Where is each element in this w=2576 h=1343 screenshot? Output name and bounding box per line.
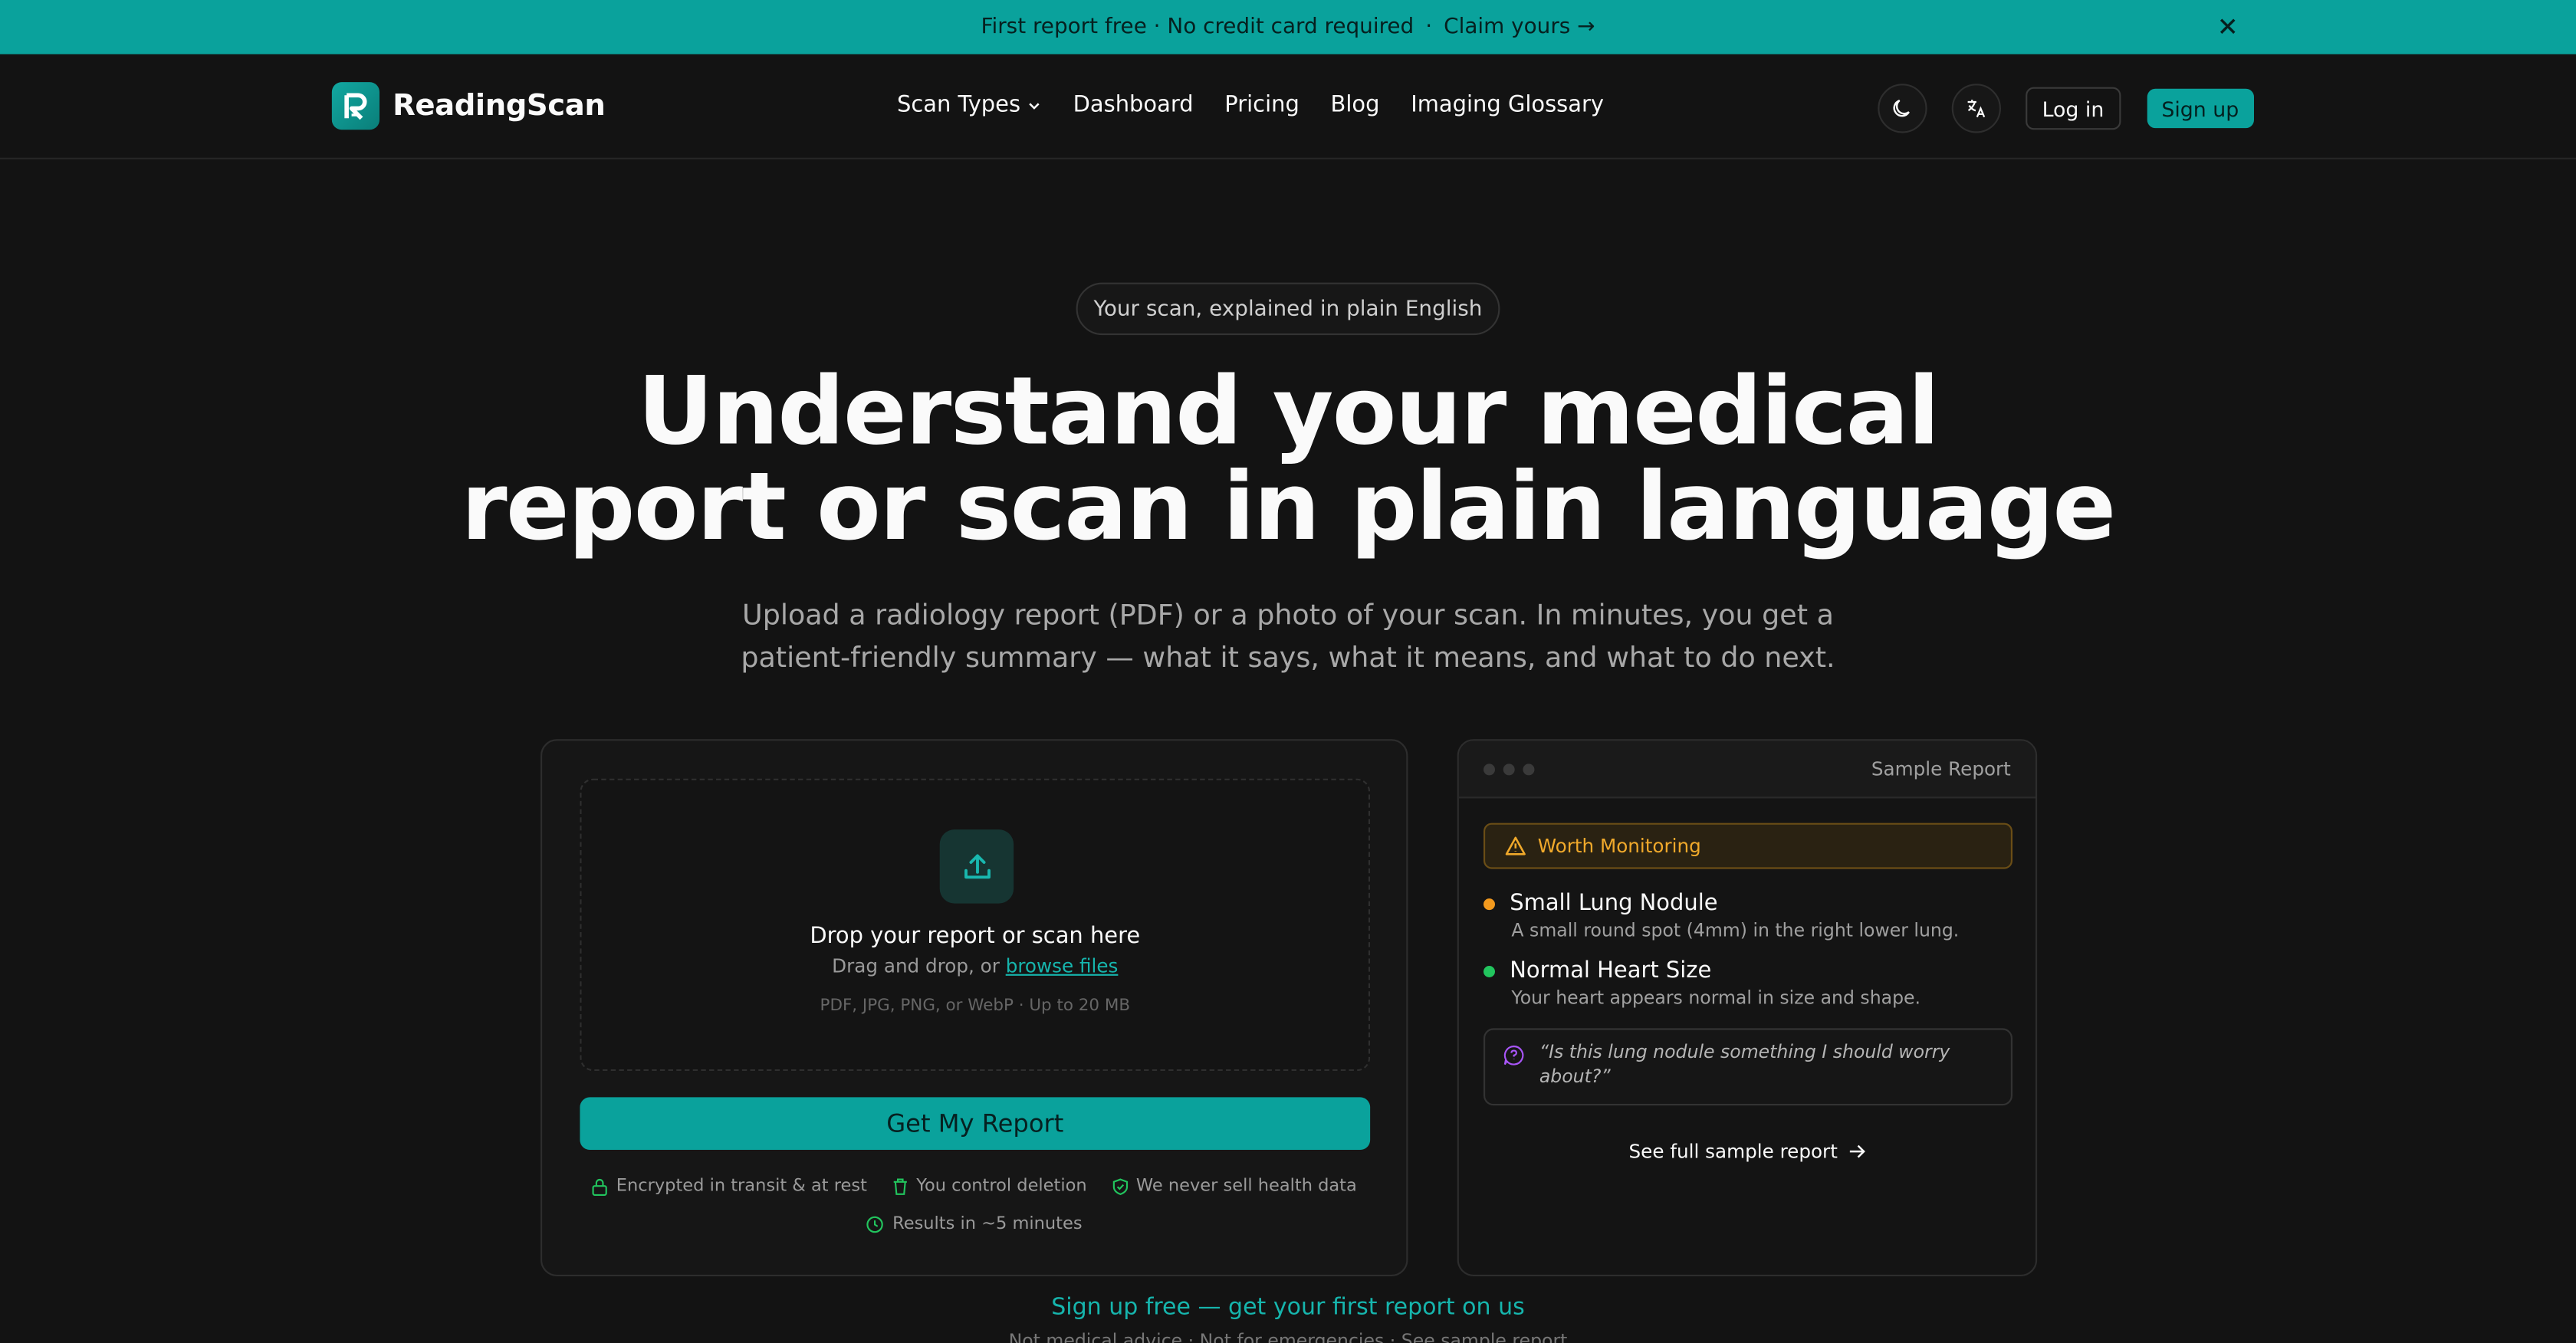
- subtitle-line-1: Upload a radiology report (PDF) or a pho…: [742, 599, 1834, 632]
- sample-report-title: Sample Report: [1871, 757, 2011, 780]
- finding-item: Small Lung Nodule A small round spot (4m…: [1483, 890, 2013, 941]
- page-subtitle: Upload a radiology report (PDF) or a pho…: [0, 595, 2576, 680]
- sample-question: “Is this lung nodule something I should …: [1483, 1028, 2013, 1106]
- main-links: Scan Types Dashboard Pricing Blog Imagin…: [897, 92, 1604, 118]
- window-dot: [1483, 763, 1495, 775]
- language-button[interactable]: [1951, 84, 2001, 133]
- nav-blog[interactable]: Blog: [1331, 92, 1380, 118]
- finding-item: Normal Heart Size Your heart appears nor…: [1483, 957, 2013, 1009]
- moon-icon: [1893, 99, 1910, 117]
- finding-severity-dot: [1483, 898, 1495, 910]
- file-dropzone[interactable]: Drop your report or scan here Drag and d…: [580, 778, 1371, 1072]
- top-nav: ReadingScan Scan Types Dashboard Pricing…: [0, 54, 2576, 159]
- nav-actions: Log in Sign up: [1878, 84, 2254, 133]
- trust-deletion-label: You control deletion: [916, 1176, 1087, 1196]
- logo-icon: [331, 82, 380, 130]
- window-dot: [1523, 763, 1535, 775]
- dropzone-subtitle: Drag and drop, or browse files: [582, 954, 1368, 977]
- trust-speed: Results in ~5 minutes: [866, 1213, 1083, 1234]
- finding-severity-dot: [1483, 964, 1495, 977]
- trust-row-2: Results in ~5 minutes: [542, 1213, 1406, 1234]
- trust-speed-label: Results in ~5 minutes: [892, 1213, 1083, 1234]
- trash-icon: [893, 1177, 907, 1194]
- browse-files-link[interactable]: browse files: [1006, 954, 1119, 977]
- see-full-label: See full sample report: [1628, 1140, 1838, 1164]
- finding-description: A small round spot (4mm) in the right lo…: [1511, 920, 1960, 941]
- banner-separator: ·: [1425, 15, 1433, 40]
- banner-text: First report free · No credit card requi…: [981, 15, 1414, 40]
- nav-pricing[interactable]: Pricing: [1224, 92, 1300, 118]
- question-bubble-icon: [1503, 1045, 1524, 1066]
- finding-description: Your heart appears normal in size and sh…: [1511, 987, 1921, 1009]
- title-line-1: Understand your medical: [637, 358, 1940, 467]
- finding-title: Normal Heart Size: [1510, 957, 1712, 984]
- dropzone-title: Drop your report or scan here: [810, 923, 1141, 950]
- get-report-button[interactable]: Get My Report: [580, 1097, 1371, 1150]
- page-title: Understand your medical report or scan i…: [0, 365, 2576, 556]
- status-badge: Worth Monitoring: [1483, 823, 2013, 869]
- trust-never-sell-label: We never sell health data: [1135, 1176, 1357, 1196]
- status-label: Worth Monitoring: [1537, 834, 1701, 858]
- promo-banner: First report free · No credit card requi…: [0, 0, 2576, 54]
- nav-dashboard[interactable]: Dashboard: [1073, 92, 1194, 118]
- sample-report-card: Sample Report Worth Monitoring Small Lun…: [1457, 739, 2038, 1276]
- trust-encrypted: Encrypted in transit & at rest: [592, 1176, 867, 1196]
- title-line-2: report or scan in plain language: [461, 453, 2116, 562]
- question-line-1: “Is this lung nodule something I should …: [1539, 1041, 1950, 1063]
- claim-link[interactable]: Claim yours →: [1444, 15, 1595, 39]
- brand[interactable]: ReadingScan: [331, 82, 606, 130]
- trust-never-sell: We never sell health data: [1112, 1176, 1357, 1196]
- file-types-hint: PDF, JPG, PNG, or WebP · Up to 20 MB: [820, 997, 1131, 1016]
- nav-scan-types[interactable]: Scan Types: [897, 92, 1042, 118]
- upload-card: Drop your report or scan here Drag and d…: [540, 739, 1408, 1276]
- subtitle-line-2: patient-friendly summary — what it says,…: [741, 642, 1835, 675]
- theme-toggle-button[interactable]: [1878, 84, 1927, 133]
- nav-imaging-glossary[interactable]: Imaging Glossary: [1411, 92, 1604, 118]
- login-button[interactable]: Log in: [2026, 87, 2121, 130]
- signup-button[interactable]: Sign up: [2147, 88, 2254, 129]
- window-dot: [1503, 763, 1515, 775]
- shield-check-icon: [1112, 1177, 1128, 1194]
- sample-report-header: Sample Report: [1458, 740, 2036, 799]
- close-icon[interactable]: [2215, 13, 2241, 39]
- question-line-2: about?”: [1539, 1066, 1611, 1088]
- trust-encrypted-label: Encrypted in transit & at rest: [616, 1176, 867, 1196]
- tagline-pill: Your scan, explained in plain English: [1076, 282, 1500, 336]
- footnote: Not medical advice · Not for emergencies…: [1008, 1330, 1568, 1343]
- signup-cta-link[interactable]: Sign up free — get your first report on …: [0, 1295, 2576, 1321]
- nav-scan-types-label: Scan Types: [897, 92, 1021, 119]
- warning-icon: [1505, 836, 1526, 855]
- arrow-right-icon: [1848, 1144, 1865, 1158]
- chevron-down-icon: [1029, 102, 1040, 109]
- brand-name: ReadingScan: [393, 88, 606, 123]
- trust-deletion: You control deletion: [892, 1176, 1087, 1196]
- clock-icon: [866, 1215, 884, 1233]
- finding-title: Small Lung Nodule: [1510, 890, 1718, 917]
- upload-icon: [939, 829, 1014, 904]
- trust-row-1: Encrypted in transit & at rest You contr…: [542, 1176, 1406, 1196]
- dropzone-sub-prefix: Drag and drop, or: [832, 954, 1000, 977]
- lock-icon: [592, 1177, 607, 1195]
- see-full-sample-link[interactable]: See full sample report: [1459, 1140, 2036, 1163]
- translate-icon: [1967, 100, 1986, 118]
